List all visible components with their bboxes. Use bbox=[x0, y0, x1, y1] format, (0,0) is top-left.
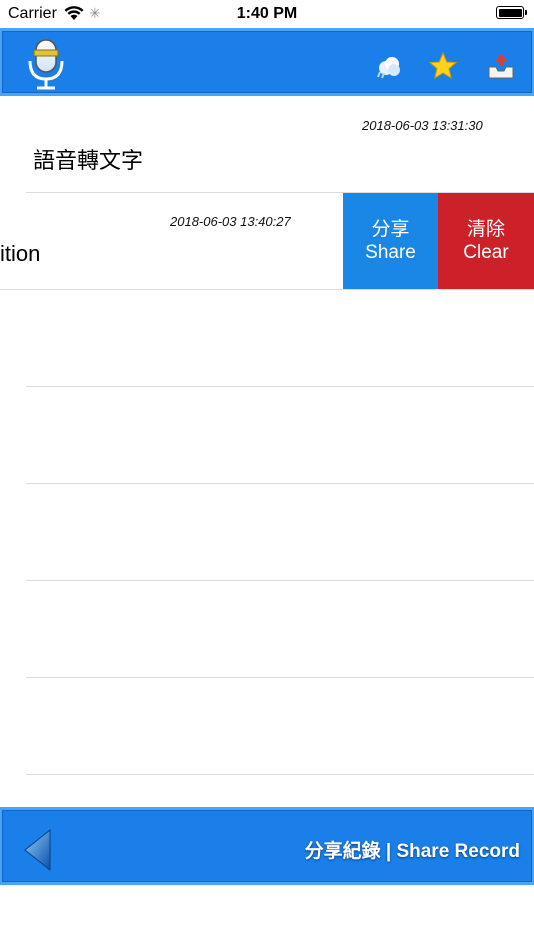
list-item-swiped[interactable]: 2018-06-03 13:40:27 ition 分享 Share 清除 Cl… bbox=[0, 193, 534, 290]
empty-row bbox=[0, 581, 534, 678]
list-item[interactable]: 2018-06-03 13:31:30 語音轉文字 bbox=[0, 96, 534, 193]
status-time: 1:40 PM bbox=[236, 5, 298, 22]
page-title: 分享紀錄 | Share Record bbox=[304, 841, 520, 862]
clear-label-en: Clear bbox=[463, 242, 509, 263]
battery-icon bbox=[496, 6, 527, 19]
clear-label-zh: 清除 bbox=[466, 219, 505, 240]
record-title: 語音轉文字 bbox=[33, 148, 144, 173]
share-label-en: Share bbox=[365, 242, 416, 263]
inbox-upload-icon[interactable] bbox=[486, 51, 516, 81]
empty-row bbox=[0, 678, 534, 775]
back-triangle-icon[interactable] bbox=[22, 828, 54, 872]
empty-row bbox=[0, 290, 534, 387]
share-label-zh: 分享 bbox=[371, 219, 410, 240]
star-icon[interactable] bbox=[428, 51, 458, 81]
weather-icon[interactable] bbox=[374, 51, 404, 81]
clear-button[interactable]: 清除 Clear bbox=[438, 193, 534, 289]
record-title: ition bbox=[0, 241, 41, 266]
microphone-icon[interactable] bbox=[22, 37, 70, 91]
bottom-toolbar: 分享紀錄 | Share Record bbox=[0, 807, 534, 885]
status-bar: Carrier ✳ 1:40 PM bbox=[0, 0, 534, 28]
record-date: 2018-06-03 13:31:30 bbox=[362, 118, 483, 133]
row-divider bbox=[26, 774, 534, 775]
record-date: 2018-06-03 13:40:27 bbox=[170, 214, 291, 229]
empty-row bbox=[0, 387, 534, 484]
top-toolbar bbox=[0, 28, 534, 96]
empty-row bbox=[0, 484, 534, 581]
share-button[interactable]: 分享 Share bbox=[343, 193, 438, 289]
